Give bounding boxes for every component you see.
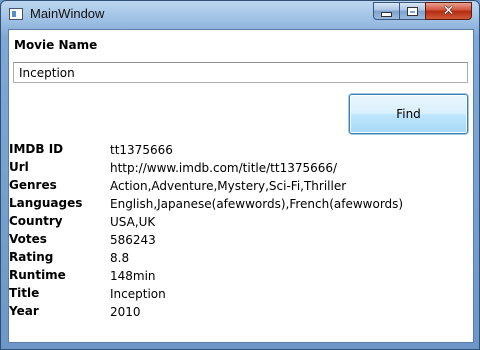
detail-row-rating: Rating 8.8 [9, 249, 473, 267]
maximize-button[interactable] [399, 2, 426, 20]
detail-key: Country [9, 214, 63, 228]
detail-value: USA,UK [110, 215, 156, 229]
window-title: MainWindow [30, 6, 105, 21]
detail-key: Runtime [9, 268, 66, 282]
close-icon: ✕ [442, 3, 455, 19]
movie-name-input[interactable] [13, 62, 468, 83]
detail-row-imdb-id: IMDB ID tt1375666 [9, 141, 473, 159]
detail-key: Year [9, 304, 39, 318]
detail-row-year: Year 2010 [9, 303, 473, 321]
detail-row-runtime: Runtime 148min [9, 267, 473, 285]
detail-row-url: Url http://www.imdb.com/title/tt1375666/ [9, 159, 473, 177]
movie-name-label: Movie Name [14, 38, 98, 52]
detail-key: Title [9, 286, 40, 300]
close-button[interactable]: ✕ [425, 2, 472, 20]
detail-row-title: Title Inception [9, 285, 473, 303]
detail-key: IMDB ID [9, 142, 64, 156]
detail-key: Rating [9, 250, 54, 264]
detail-value: 8.8 [110, 251, 130, 265]
maximize-icon [407, 6, 418, 16]
detail-key: Url [9, 160, 29, 174]
main-window: MainWindow ✕ Movie Name Find IMDB ID tt1… [0, 0, 480, 350]
detail-row-genres: Genres Action,Adventure,Mystery,Sci-Fi,T… [9, 177, 473, 195]
detail-row-languages: Languages English,Japanese(afewwords),Fr… [9, 195, 473, 213]
window-app-icon[interactable] [9, 8, 23, 20]
detail-row-country: Country USA,UK [9, 213, 473, 231]
detail-key: Genres [9, 178, 57, 192]
find-button[interactable]: Find [349, 94, 468, 134]
detail-key: Votes [9, 232, 47, 246]
detail-value: tt1375666 [110, 143, 173, 157]
minimize-button[interactable] [373, 2, 400, 20]
detail-value: 2010 [110, 305, 141, 319]
detail-value: http://www.imdb.com/title/tt1375666/ [110, 161, 338, 175]
detail-value: English,Japanese(afewwords),French(afeww… [110, 197, 404, 211]
detail-value: 586243 [110, 233, 156, 247]
title-bar[interactable]: MainWindow ✕ [1, 1, 479, 28]
detail-value: Action,Adventure,Mystery,Sci-Fi,Thriller [110, 179, 347, 193]
detail-value: Inception [110, 287, 166, 301]
detail-row-votes: Votes 586243 [9, 231, 473, 249]
client-area: Movie Name Find IMDB ID tt1375666 Url ht… [8, 29, 474, 343]
details-list: IMDB ID tt1375666 Url http://www.imdb.co… [9, 141, 473, 321]
detail-value: 148min [110, 269, 156, 283]
minimize-icon [381, 12, 392, 17]
detail-key: Languages [9, 196, 83, 210]
